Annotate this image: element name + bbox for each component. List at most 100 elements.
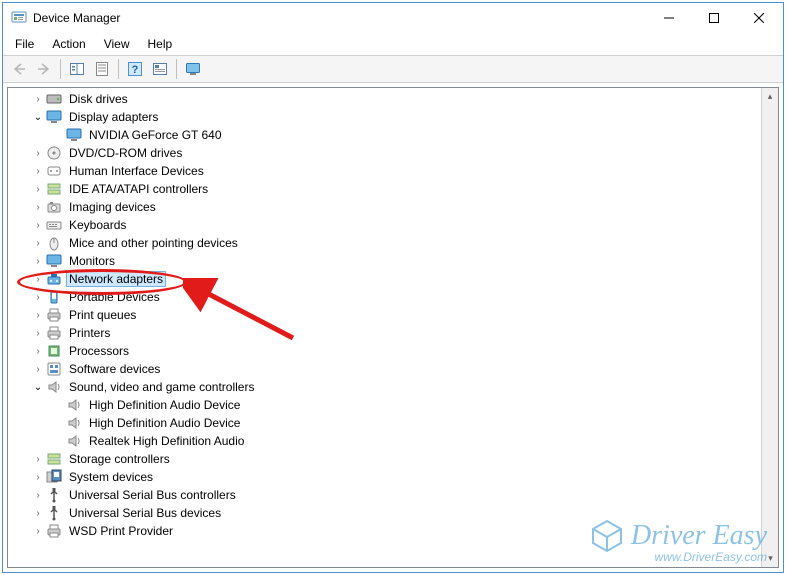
toolbar-forward-button[interactable] [32,58,56,80]
tree-node-nvidia-gt-640[interactable]: ›NVIDIA GeForce GT 640 [8,126,778,144]
menu-view[interactable]: View [96,35,138,53]
toolbar-monitor-button[interactable] [181,58,205,80]
speaker-icon [46,379,62,395]
tree-label[interactable]: Network adapters [66,271,166,287]
toolbar-help-button[interactable]: ? [123,58,147,80]
expand-icon[interactable]: › [30,220,46,231]
tree-label[interactable]: Storage controllers [66,451,173,467]
toolbar: ? [3,55,783,83]
tree-node-disk-drives[interactable]: › Disk drives [8,90,778,108]
menu-file[interactable]: File [7,35,42,53]
monitor-icon [46,109,62,125]
tree-label[interactable]: Universal Serial Bus devices [66,505,224,521]
toolbar-back-button[interactable] [7,58,31,80]
camera-icon [46,199,62,215]
tree-label[interactable]: Realtek High Definition Audio [86,433,247,449]
device-tree[interactable]: ›Disk drives⌄Display adapters›NVIDIA GeF… [8,90,778,540]
tree-node-realtek-audio[interactable]: ›Realtek High Definition Audio [8,432,778,450]
tree-node-hd-audio-1[interactable]: ›High Definition Audio Device [8,396,778,414]
expand-icon[interactable]: › [30,364,46,375]
tree-label[interactable]: System devices [66,469,156,485]
tree-label[interactable]: DVD/CD-ROM drives [66,145,185,161]
expand-icon[interactable]: › [30,94,46,105]
tree-node-monitors[interactable]: › Monitors [8,252,778,270]
tree-label[interactable]: Monitors [66,253,118,269]
tree-node-dvd-cd-rom-drives[interactable]: › DVD/CD-ROM drives [8,144,778,162]
tree-node-mice-pointing[interactable]: › Mice and other pointing devices [8,234,778,252]
app-icon [11,10,27,26]
expand-icon[interactable]: › [30,454,46,465]
scroll-down-icon[interactable]: ▾ [762,550,779,567]
tree-node-system-devices[interactable]: › System devices [8,468,778,486]
tree-label[interactable]: NVIDIA GeForce GT 640 [86,127,225,143]
expand-icon[interactable]: › [30,202,46,213]
expand-icon[interactable]: › [30,148,46,159]
minimize-button[interactable] [646,4,691,33]
vertical-scrollbar[interactable]: ▴ ▾ [761,88,778,567]
expand-icon[interactable]: › [30,166,46,177]
expand-icon[interactable]: › [30,310,46,321]
tree-node-sound-video-game[interactable]: ⌄ Sound, video and game controllers [8,378,778,396]
close-button[interactable] [736,4,781,33]
tree-node-keyboards[interactable]: › Keyboards [8,216,778,234]
menubar: File Action View Help [3,33,783,55]
expand-icon[interactable]: › [30,274,46,285]
tree-node-processors[interactable]: › Processors [8,342,778,360]
tree-node-ide-ata-atapi-controllers[interactable]: › IDE ATA/ATAPI controllers [8,180,778,198]
expand-icon[interactable]: › [30,328,46,339]
tree-label[interactable]: WSD Print Provider [66,523,176,539]
tree-label[interactable]: Keyboards [66,217,129,233]
menu-action[interactable]: Action [44,35,93,53]
titlebar: Device Manager [3,3,783,33]
tree-node-usb-controllers[interactable]: › Universal Serial Bus controllers [8,486,778,504]
collapse-icon[interactable]: ⌄ [30,382,46,393]
menu-help[interactable]: Help [140,35,181,53]
toolbar-properties-button[interactable] [90,58,114,80]
tree-label[interactable]: Human Interface Devices [66,163,207,179]
expand-icon[interactable]: › [30,508,46,519]
tree-node-network-adapters[interactable]: › Network adapters [8,270,778,288]
tree-node-hd-audio-2[interactable]: ›High Definition Audio Device [8,414,778,432]
tree-label[interactable]: Imaging devices [66,199,159,215]
collapse-icon[interactable]: ⌄ [30,112,46,123]
tree-node-printers[interactable]: › Printers [8,324,778,342]
toolbar-separator [176,59,177,79]
tree-label[interactable]: Print queues [66,307,139,323]
tree-node-software-devices[interactable]: › Software devices [8,360,778,378]
toolbar-scan-hardware-button[interactable] [148,58,172,80]
tree-label[interactable]: High Definition Audio Device [86,415,243,431]
expand-icon[interactable]: › [30,346,46,357]
tree-node-human-interface-devices[interactable]: › Human Interface Devices [8,162,778,180]
expand-icon[interactable]: › [30,472,46,483]
tree-label[interactable]: Mice and other pointing devices [66,235,241,251]
toolbar-separator [118,59,119,79]
maximize-button[interactable] [691,4,736,33]
tree-label[interactable]: Universal Serial Bus controllers [66,487,239,503]
expand-icon[interactable]: › [30,184,46,195]
tree-node-wsd-print-provider[interactable]: › WSD Print Provider [8,522,778,540]
tree-label[interactable]: Processors [66,343,132,359]
tree-node-storage-controllers[interactable]: › Storage controllers [8,450,778,468]
expand-icon[interactable]: › [30,292,46,303]
tree-label[interactable]: High Definition Audio Device [86,397,243,413]
expand-icon[interactable]: › [30,490,46,501]
tree-label[interactable]: IDE ATA/ATAPI controllers [66,181,211,197]
tree-node-display-adapters[interactable]: ⌄ Display adapters [8,108,778,126]
tree-label[interactable]: Portable Devices [66,289,163,305]
tree-label[interactable]: Software devices [66,361,163,377]
expand-icon[interactable]: › [30,238,46,249]
expand-icon[interactable]: › [30,256,46,267]
tree-label[interactable]: Printers [66,325,113,341]
tree-node-usb-devices[interactable]: › Universal Serial Bus devices [8,504,778,522]
expand-icon[interactable]: › [30,526,46,537]
tree-node-print-queues[interactable]: › Print queues [8,306,778,324]
tree-node-imaging-devices[interactable]: › Imaging devices [8,198,778,216]
speaker-icon [66,433,82,449]
scroll-up-icon[interactable]: ▴ [762,88,778,105]
tree-node-portable-devices[interactable]: › Portable Devices [8,288,778,306]
toolbar-show-hidden-button[interactable] [65,58,89,80]
tree-label[interactable]: Disk drives [66,91,131,107]
tree-label[interactable]: Display adapters [66,109,161,125]
printer-icon [46,523,62,539]
tree-label[interactable]: Sound, video and game controllers [66,379,257,395]
